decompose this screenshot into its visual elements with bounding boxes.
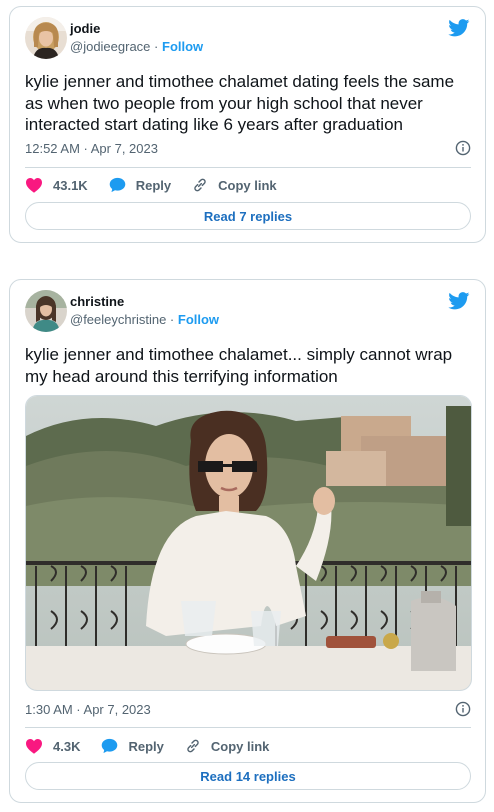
follow-button[interactable]: Follow — [178, 312, 219, 327]
copy-link-button[interactable]: Copy link — [185, 738, 270, 754]
reply-label: Reply — [135, 177, 172, 193]
info-icon[interactable] — [455, 140, 471, 156]
action-bar: 43.1K Reply Copy link — [25, 174, 298, 196]
twitter-bird-icon[interactable] — [448, 19, 470, 37]
link-icon — [187, 739, 199, 753]
tweet-card: christine @feeleychristine · Follow kyli… — [9, 279, 486, 803]
copy-link-label: Copy link — [218, 177, 277, 193]
link-icon — [194, 178, 206, 192]
twitter-bird-icon[interactable] — [448, 292, 470, 310]
follow-button[interactable]: Follow — [162, 39, 203, 54]
like-button[interactable]: 4.3K — [25, 738, 80, 754]
author-handle[interactable]: @feeleychristine — [70, 312, 166, 327]
divider — [25, 167, 471, 168]
read-replies-button[interactable]: Read 7 replies — [25, 202, 471, 230]
reply-button[interactable]: Reply — [109, 177, 171, 193]
info-icon[interactable] — [455, 701, 471, 717]
author-handle[interactable]: @jodieegrace — [70, 39, 150, 54]
tweet-header: jodie @jodieegrace · Follow — [25, 17, 203, 59]
reply-button[interactable]: Reply — [101, 738, 164, 754]
tweet-photo[interactable] — [25, 395, 472, 691]
avatar[interactable] — [25, 290, 67, 332]
speech-bubble-icon — [109, 177, 125, 193]
like-count: 4.3K — [53, 738, 81, 754]
tweet-text: kylie jenner and timothee chalamet datin… — [25, 72, 455, 134]
heart-icon — [26, 178, 42, 193]
divider — [25, 727, 471, 728]
tweet-timestamp[interactable]: 12:52 AM · Apr 7, 2023 — [25, 141, 158, 156]
speech-bubble-icon — [102, 738, 118, 754]
copy-link-label: Copy link — [210, 738, 270, 754]
like-count: 43.1K — [53, 177, 88, 193]
avatar[interactable] — [25, 17, 67, 59]
heart-icon — [26, 739, 42, 754]
action-bar: 4.3K Reply Copy link — [25, 735, 290, 757]
author-name[interactable]: christine — [70, 294, 219, 310]
read-replies-button[interactable]: Read 14 replies — [25, 762, 471, 790]
like-button[interactable]: 43.1K — [25, 177, 88, 193]
tweet-header: christine @feeleychristine · Follow — [25, 290, 219, 332]
author-name[interactable]: jodie — [70, 21, 203, 37]
tweet-timestamp[interactable]: 1:30 AM · Apr 7, 2023 — [25, 702, 151, 717]
reply-label: Reply — [128, 738, 164, 754]
tweet-card: jodie @jodieegrace · Follow kylie jenner… — [9, 6, 486, 243]
tweet-text: kylie jenner and timothee chalamet... si… — [25, 345, 453, 386]
copy-link-button[interactable]: Copy link — [192, 177, 277, 193]
